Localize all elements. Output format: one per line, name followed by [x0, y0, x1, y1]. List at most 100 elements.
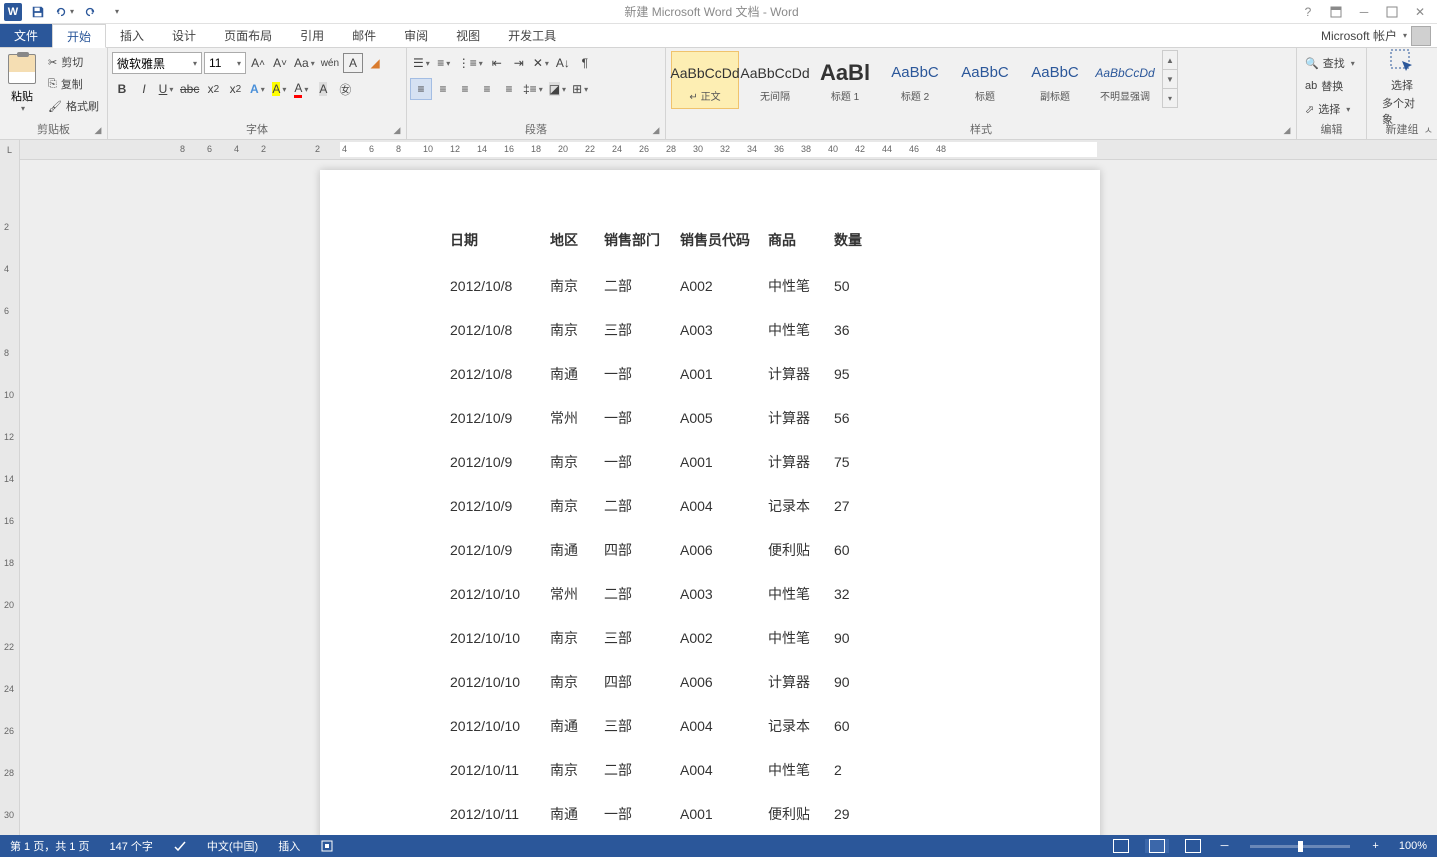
page[interactable]: 日期地区销售部门销售员代码商品数量 2012/10/8南京二部A002中性笔50…: [320, 170, 1100, 835]
tab-design[interactable]: 设计: [158, 24, 210, 47]
word-count[interactable]: 147 个字: [105, 838, 156, 854]
maximize-button[interactable]: [1379, 1, 1405, 23]
align-center-button[interactable]: ≡: [433, 79, 453, 99]
underline-button[interactable]: U▾: [156, 79, 176, 99]
change-case-button[interactable]: Aa▾: [292, 53, 317, 73]
redo-button[interactable]: [78, 1, 102, 23]
phonetic-button[interactable]: wén: [319, 53, 341, 73]
numbering-button[interactable]: ≡▾: [434, 53, 454, 73]
italic-button[interactable]: I: [134, 79, 154, 99]
copy-icon: ⎘: [48, 78, 57, 91]
style-item-2[interactable]: AaBl标题 1: [811, 51, 879, 109]
select-button[interactable]: ⬀选择▾: [1301, 98, 1362, 120]
qat-customize-button[interactable]: ▾: [104, 1, 128, 23]
align-left-button[interactable]: ≡: [411, 79, 431, 99]
zoom-slider[interactable]: [1250, 845, 1350, 848]
replace-button[interactable]: ab替换: [1301, 75, 1362, 97]
insert-mode[interactable]: 插入: [274, 838, 304, 854]
superscript-button[interactable]: x2: [225, 79, 245, 99]
char-shading-button[interactable]: A: [313, 79, 333, 99]
clear-formatting-button[interactable]: ◢: [365, 53, 385, 73]
document-scroll[interactable]: 日期地区销售部门销售员代码商品数量 2012/10/8南京二部A002中性笔50…: [20, 160, 1437, 835]
undo-button[interactable]: ▾: [52, 1, 76, 23]
style-item-6[interactable]: AaBbCcDd不明显强调: [1091, 51, 1159, 109]
font-size-combo[interactable]: 11▾: [204, 52, 246, 74]
view-read-button[interactable]: [1109, 839, 1133, 853]
save-button[interactable]: [26, 1, 50, 23]
sort-button[interactable]: A↓: [553, 53, 573, 73]
grow-font-button[interactable]: A˄: [248, 53, 268, 73]
paragraph-launcher[interactable]: ◢: [650, 124, 662, 136]
title-bar: W ▾ ▾ 新建 Microsoft Word 文档 - Word ? ─ ✕: [0, 0, 1437, 24]
ribbon-display-button[interactable]: [1323, 1, 1349, 23]
show-marks-button[interactable]: ¶: [575, 53, 595, 73]
ruler-horizontal[interactable]: L 86422468101214161820222426283032343638…: [0, 140, 1437, 160]
table-row: 2012/10/9常州一部A005计算器56: [450, 396, 874, 440]
char-border-button[interactable]: A: [343, 53, 363, 73]
table-header: 数量: [834, 220, 874, 264]
tab-layout[interactable]: 页面布局: [210, 24, 286, 47]
font-launcher[interactable]: ◢: [391, 124, 403, 136]
tab-review[interactable]: 审阅: [390, 24, 442, 47]
enclose-char-button[interactable]: ㊛: [335, 79, 355, 99]
table-row: 2012/10/10南通三部A004记录本60: [450, 704, 874, 748]
page-indicator[interactable]: 第 1 页，共 1 页: [6, 838, 93, 854]
font-color-button[interactable]: A▾: [291, 79, 311, 99]
close-button[interactable]: ✕: [1407, 1, 1433, 23]
strikethrough-button[interactable]: abc: [178, 79, 201, 99]
view-web-button[interactable]: [1181, 839, 1205, 853]
language-indicator[interactable]: 中文(中国): [203, 838, 262, 854]
tab-home[interactable]: 开始: [52, 24, 106, 48]
style-item-0[interactable]: AaBbCcDd↵ 正文: [671, 51, 739, 109]
tab-insert[interactable]: 插入: [106, 24, 158, 47]
bold-button[interactable]: B: [112, 79, 132, 99]
text-effects-button[interactable]: A▾: [247, 79, 267, 99]
multilevel-button[interactable]: ⋮≡▾: [456, 53, 485, 73]
clipboard-launcher[interactable]: ◢: [92, 124, 104, 136]
decrease-indent-button[interactable]: ⇤: [487, 53, 507, 73]
tab-references[interactable]: 引用: [286, 24, 338, 47]
style-item-5[interactable]: AaBbC副标题: [1021, 51, 1089, 109]
highlight-button[interactable]: A▾: [269, 79, 289, 99]
collapse-ribbon-button[interactable]: ㅅ: [1424, 122, 1433, 137]
style-item-3[interactable]: AaBbC标题 2: [881, 51, 949, 109]
line-spacing-button[interactable]: ‡≡▾: [521, 79, 545, 99]
find-button[interactable]: 🔍查找▾: [1301, 52, 1362, 74]
bullets-button[interactable]: ☰▾: [411, 53, 432, 73]
shading-button[interactable]: ◪▾: [547, 79, 568, 99]
zoom-out-button[interactable]: ─: [1217, 840, 1233, 852]
zoom-level[interactable]: 100%: [1395, 840, 1431, 852]
style-item-4[interactable]: AaBbC标题: [951, 51, 1019, 109]
styles-launcher[interactable]: ◢: [1281, 124, 1293, 136]
text-direction-button[interactable]: ✕▾: [531, 53, 551, 73]
subscript-button[interactable]: x2: [203, 79, 223, 99]
select-objects-button[interactable]: 选择 多个对象: [1382, 54, 1422, 120]
cut-button[interactable]: ✂剪切: [44, 52, 103, 72]
justify-button[interactable]: ≡: [477, 79, 497, 99]
borders-button[interactable]: ⊞▾: [570, 79, 590, 99]
increase-indent-button[interactable]: ⇥: [509, 53, 529, 73]
tab-file[interactable]: 文件: [0, 24, 52, 47]
view-print-button[interactable]: [1145, 839, 1169, 853]
help-button[interactable]: ?: [1295, 1, 1321, 23]
replace-icon: ab: [1305, 80, 1317, 92]
zoom-in-button[interactable]: +: [1368, 840, 1382, 852]
tab-mailings[interactable]: 邮件: [338, 24, 390, 47]
read-view-icon: [1113, 839, 1129, 853]
ruler-vertical[interactable]: 24681012141618202224262830: [0, 160, 20, 835]
spellcheck-button[interactable]: [169, 839, 191, 853]
style-item-1[interactable]: AaBbCcDd无间隔: [741, 51, 809, 109]
align-right-button[interactable]: ≡: [455, 79, 475, 99]
styles-scroll[interactable]: ▲▼▾: [1162, 50, 1178, 108]
distributed-button[interactable]: ≡: [499, 79, 519, 99]
copy-button[interactable]: ⎘复制: [44, 74, 103, 94]
tab-developer[interactable]: 开发工具: [494, 24, 570, 47]
tab-view[interactable]: 视图: [442, 24, 494, 47]
macro-button[interactable]: [316, 839, 338, 853]
font-name-combo[interactable]: 微软雅黑▾: [112, 52, 202, 74]
account-button[interactable]: Microsoft 帐户 ▾: [1315, 24, 1437, 47]
minimize-button[interactable]: ─: [1351, 1, 1377, 23]
format-painter-button[interactable]: 🖌格式刷: [44, 96, 103, 116]
shrink-font-button[interactable]: A˅: [270, 53, 290, 73]
paste-button[interactable]: 粘贴 ▾: [4, 50, 40, 120]
